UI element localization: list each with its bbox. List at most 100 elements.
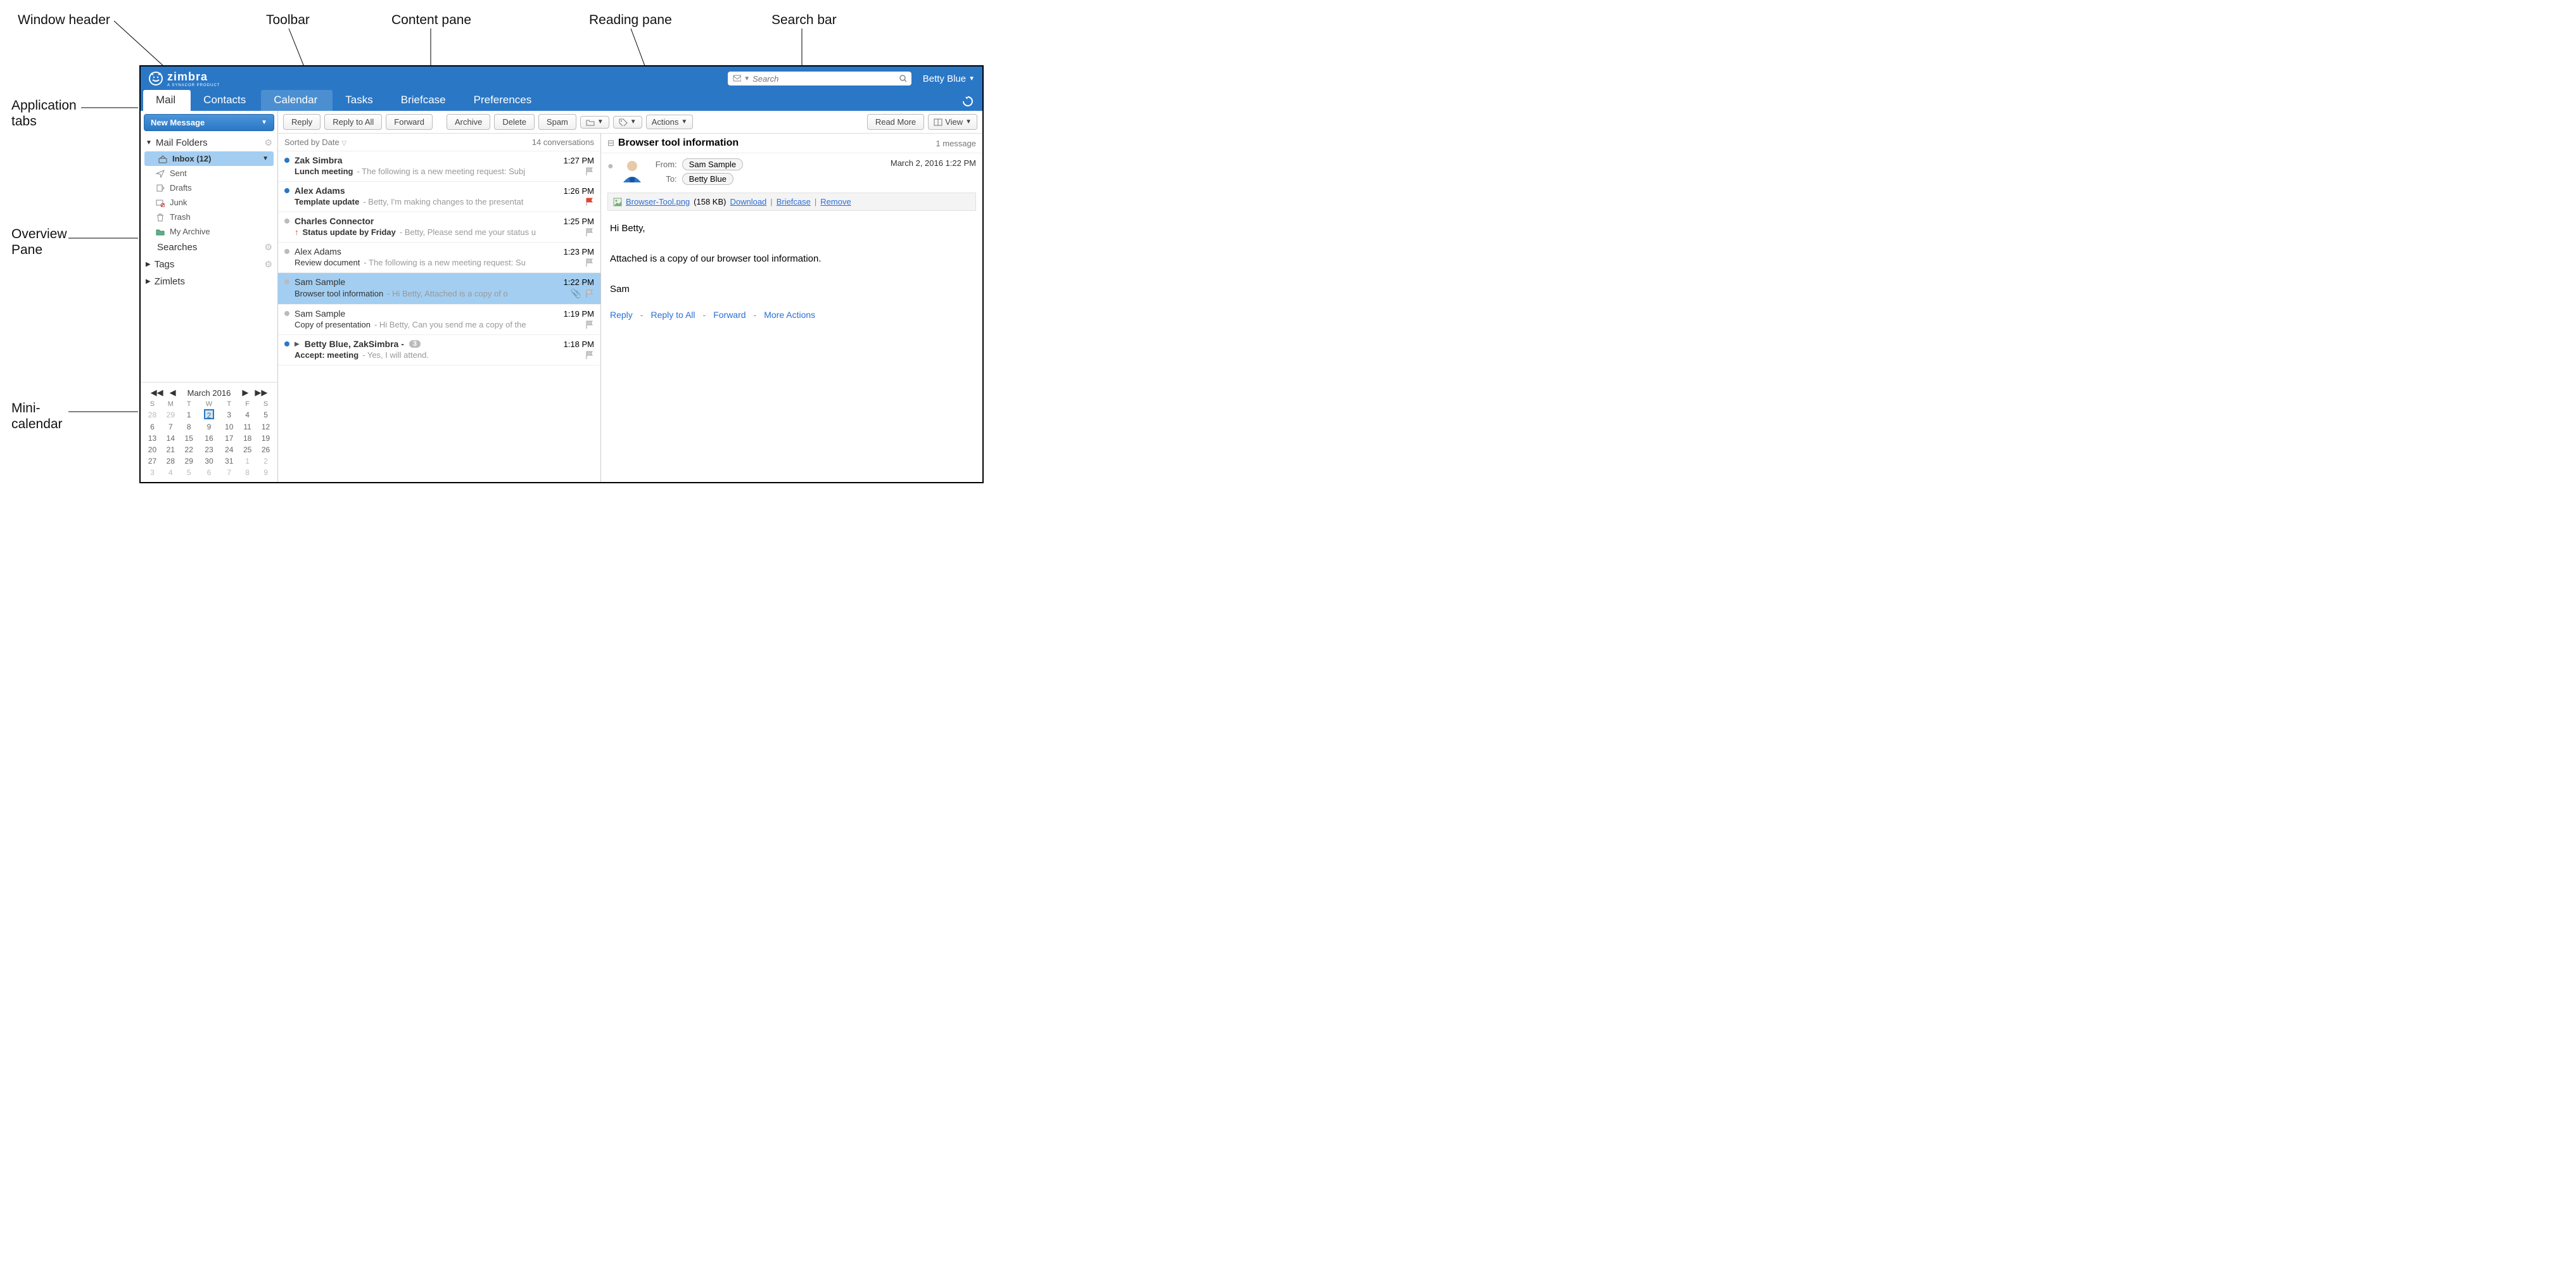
reply-all-button[interactable]: Reply to All <box>324 114 382 130</box>
cal-day[interactable]: 4 <box>162 467 180 478</box>
refresh-button[interactable] <box>953 92 982 111</box>
action-reply-all[interactable]: Reply to All <box>650 310 695 320</box>
cal-day[interactable]: 26 <box>257 444 275 455</box>
cal-day[interactable]: 23 <box>198 444 220 455</box>
attachment-name[interactable]: Browser-Tool.png <box>626 197 690 206</box>
flag-icon[interactable] <box>585 320 594 329</box>
cal-day[interactable]: 24 <box>220 444 238 455</box>
cal-day[interactable]: 29 <box>162 408 180 421</box>
folder-junk[interactable]: Junk <box>142 195 276 210</box>
cal-day[interactable]: 3 <box>220 408 238 421</box>
new-message-button[interactable]: New Message ▼ <box>144 114 274 131</box>
archive-button[interactable]: Archive <box>447 114 490 130</box>
gear-icon[interactable]: ⚙ <box>264 242 272 253</box>
delete-button[interactable]: Delete <box>494 114 535 130</box>
cal-day[interactable]: 14 <box>162 433 180 444</box>
read-more-button[interactable]: Read More <box>867 114 924 130</box>
search-icon[interactable] <box>899 74 906 83</box>
cal-day[interactable]: 12 <box>257 421 275 433</box>
cal-day[interactable]: 6 <box>143 421 162 433</box>
folder-trash[interactable]: Trash <box>142 210 276 224</box>
section-tags[interactable]: ▶ Tags ⚙ <box>141 256 277 273</box>
flag-icon[interactable] <box>585 228 594 237</box>
search-input[interactable] <box>752 74 899 84</box>
flag-icon[interactable] <box>585 289 594 298</box>
message-row[interactable]: Zak Simbra 1:27 PM Lunch meeting - The f… <box>278 151 600 182</box>
message-row[interactable]: Charles Connector 1:25 PM ↑ Status updat… <box>278 212 600 243</box>
cal-day[interactable]: 1 <box>180 408 198 421</box>
spam-button[interactable]: Spam <box>538 114 576 130</box>
message-row[interactable]: Alex Adams 1:26 PM Template update - Bet… <box>278 182 600 212</box>
tag-button[interactable]: ▼ <box>613 116 642 129</box>
cal-day[interactable]: 10 <box>220 421 238 433</box>
reply-button[interactable]: Reply <box>283 114 320 130</box>
flag-icon[interactable] <box>585 351 594 360</box>
cal-day[interactable]: 17 <box>220 433 238 444</box>
cal-day[interactable]: 18 <box>238 433 257 444</box>
cal-day[interactable]: 2 <box>257 455 275 467</box>
cal-day[interactable]: 9 <box>198 421 220 433</box>
folder-inbox[interactable]: Inbox (12) ▼ <box>144 151 274 166</box>
cal-day[interactable]: 22 <box>180 444 198 455</box>
folder-my-archive[interactable]: My Archive <box>142 224 276 239</box>
message-row[interactable]: Alex Adams 1:23 PM Review document - The… <box>278 243 600 273</box>
cal-day[interactable]: 11 <box>238 421 257 433</box>
cal-day[interactable]: 8 <box>238 467 257 478</box>
cal-day[interactable]: 27 <box>143 455 162 467</box>
chevron-down-icon[interactable]: ▼ <box>262 155 269 162</box>
message-row[interactable]: ▶ Betty Blue, ZakSimbra - 3 1:18 PM Acce… <box>278 335 600 365</box>
user-menu[interactable]: Betty Blue ▼ <box>923 73 975 84</box>
search-box[interactable]: ▼ <box>728 72 911 86</box>
cal-day[interactable]: 4 <box>238 408 257 421</box>
attachment-remove[interactable]: Remove <box>820 197 851 206</box>
scope-caret-icon[interactable]: ▼ <box>741 75 752 82</box>
cal-day[interactable]: 7 <box>162 421 180 433</box>
collapse-thread-icon[interactable]: ⊟ <box>607 138 614 148</box>
folder-drafts[interactable]: Drafts <box>142 181 276 195</box>
tab-contacts[interactable]: Contacts <box>191 90 261 111</box>
message-row[interactable]: Sam Sample 1:22 PM Browser tool informat… <box>278 273 600 305</box>
forward-button[interactable]: Forward <box>386 114 433 130</box>
cal-day[interactable]: 2 <box>198 408 220 421</box>
tab-calendar[interactable]: Calendar <box>261 90 333 111</box>
cal-day[interactable]: 6 <box>198 467 220 478</box>
cal-day[interactable]: 21 <box>162 444 180 455</box>
message-row[interactable]: Sam Sample 1:19 PM Copy of presentation … <box>278 305 600 335</box>
cal-day[interactable]: 30 <box>198 455 220 467</box>
tab-mail[interactable]: Mail <box>143 90 191 111</box>
action-reply[interactable]: Reply <box>610 310 633 320</box>
flag-icon[interactable] <box>585 258 594 267</box>
tab-preferences[interactable]: Preferences <box>461 90 547 111</box>
actions-button[interactable]: Actions▼ <box>646 115 694 129</box>
sort-header[interactable]: Sorted by Date ▽ 14 conversations <box>278 134 600 151</box>
cal-prev-year[interactable]: ◀◀ <box>151 388 163 398</box>
action-forward[interactable]: Forward <box>713 310 746 320</box>
cal-day[interactable]: 3 <box>143 467 162 478</box>
attachment-briefcase[interactable]: Briefcase <box>777 197 811 206</box>
from-contact[interactable]: Sam Sample <box>682 158 743 170</box>
view-button[interactable]: View▼ <box>928 114 977 130</box>
cal-day[interactable]: 20 <box>143 444 162 455</box>
flag-icon[interactable] <box>585 198 594 206</box>
section-searches[interactable]: Searches ⚙ <box>141 239 277 256</box>
mail-scope-icon[interactable] <box>733 75 741 82</box>
gear-icon[interactable]: ⚙ <box>264 137 272 148</box>
section-zimlets[interactable]: ▶ Zimlets <box>141 273 277 290</box>
cal-day[interactable]: 8 <box>180 421 198 433</box>
action-more[interactable]: More Actions <box>764 310 815 320</box>
tab-tasks[interactable]: Tasks <box>333 90 388 111</box>
cal-day[interactable]: 5 <box>257 408 275 421</box>
cal-day[interactable]: 5 <box>180 467 198 478</box>
cal-prev-month[interactable]: ◀ <box>170 388 176 398</box>
section-mail-folders[interactable]: ▼ Mail Folders ⚙ <box>141 134 277 151</box>
cal-day[interactable]: 16 <box>198 433 220 444</box>
cal-day[interactable]: 7 <box>220 467 238 478</box>
cal-day[interactable]: 9 <box>257 467 275 478</box>
cal-day[interactable]: 15 <box>180 433 198 444</box>
cal-next-month[interactable]: ▶ <box>242 388 248 398</box>
to-contact[interactable]: Betty Blue <box>682 173 733 185</box>
tab-briefcase[interactable]: Briefcase <box>388 90 461 111</box>
cal-day[interactable]: 31 <box>220 455 238 467</box>
flag-icon[interactable] <box>585 167 594 176</box>
cal-day[interactable]: 29 <box>180 455 198 467</box>
